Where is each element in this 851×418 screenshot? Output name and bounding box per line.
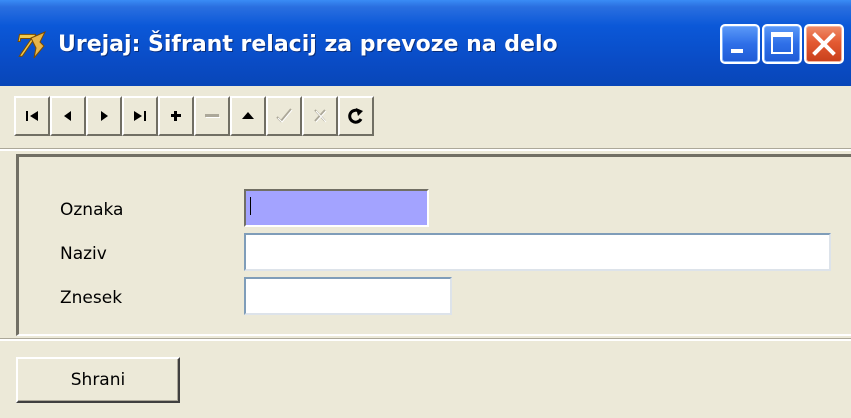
insert-record-button[interactable] <box>158 96 194 136</box>
triangle-up-icon <box>242 112 254 119</box>
toolbar-divider <box>0 148 851 151</box>
maximize-icon <box>771 32 793 54</box>
first-icon <box>26 111 38 121</box>
next-record-button[interactable] <box>86 96 122 136</box>
maximize-button[interactable] <box>762 24 802 64</box>
prior-icon <box>64 111 71 121</box>
plus-icon <box>171 111 181 121</box>
form-panel: Oznaka Naziv Znesek <box>16 154 851 336</box>
naziv-label: Naziv <box>60 244 107 264</box>
znesek-label: Znesek <box>60 288 123 308</box>
refresh-icon <box>348 108 363 124</box>
naziv-field[interactable] <box>244 233 831 271</box>
oznaka-label: Oznaka <box>60 200 124 220</box>
last-icon <box>134 111 146 121</box>
app-7-icon: 7 <box>15 29 47 62</box>
bottom-divider <box>0 338 851 341</box>
minimize-button[interactable] <box>720 24 760 64</box>
refresh-record-button[interactable] <box>338 96 374 136</box>
post-record-button[interactable] <box>266 96 302 136</box>
oznaka-field[interactable] <box>244 189 429 227</box>
close-button[interactable] <box>804 24 844 64</box>
cancel-record-button[interactable] <box>302 96 338 136</box>
svg-text:7: 7 <box>15 29 36 62</box>
edit-window: 7 Urejaj: Šifrant relacij za prevoze na … <box>0 0 851 418</box>
x-icon <box>314 109 327 123</box>
close-icon <box>812 32 836 56</box>
db-navigator <box>14 96 374 136</box>
znesek-field[interactable] <box>244 277 452 315</box>
next-icon <box>101 111 108 121</box>
checkmark-icon <box>276 108 293 123</box>
minus-icon <box>205 114 220 118</box>
prior-record-button[interactable] <box>50 96 86 136</box>
text-caret <box>250 197 251 215</box>
last-record-button[interactable] <box>122 96 158 136</box>
save-button[interactable]: Shrani <box>16 357 180 403</box>
navigator-toolbar <box>0 86 851 148</box>
minimize-icon <box>731 49 743 53</box>
title-bar[interactable]: 7 Urejaj: Šifrant relacij za prevoze na … <box>0 0 851 87</box>
window-title: Urejaj: Šifrant relacij za prevoze na de… <box>58 32 558 57</box>
first-record-button[interactable] <box>14 96 50 136</box>
delete-record-button[interactable] <box>194 96 230 136</box>
edit-record-button[interactable] <box>230 96 266 136</box>
